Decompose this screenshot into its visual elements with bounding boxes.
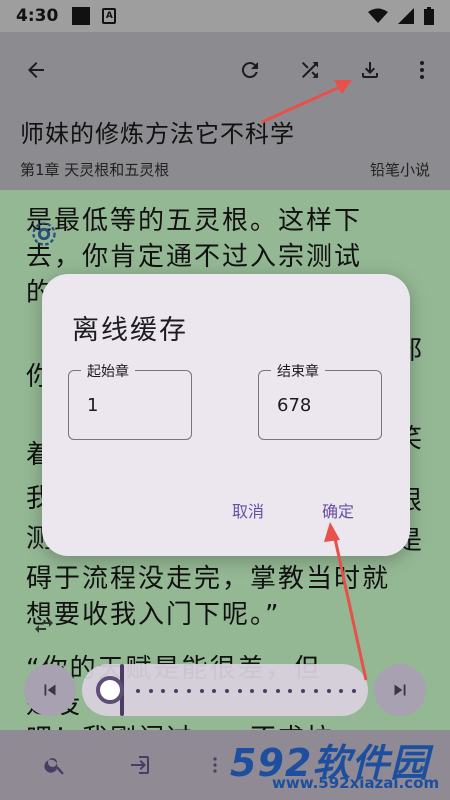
- shuffle-button[interactable]: [294, 54, 326, 86]
- end-chapter-field[interactable]: 结束章 678: [258, 361, 382, 440]
- chapter-title[interactable]: 第1章 天灵根和五灵根: [20, 159, 169, 180]
- watermark-url: www.592xiazai.com: [272, 774, 440, 792]
- battery-icon: [424, 7, 434, 25]
- skip-next-icon: [394, 684, 406, 696]
- download-icon: [362, 62, 378, 78]
- cancel-button[interactable]: 取消: [232, 498, 264, 522]
- dialog-title: 离线缓存: [72, 315, 188, 346]
- next-chapter-button[interactable]: [374, 664, 426, 716]
- top-app-bar: 师妹的修炼方法它不科学 第1章 天灵根和五灵根 铅笔小说: [0, 32, 450, 190]
- start-chapter-field[interactable]: 起始章 1: [68, 361, 192, 440]
- reader-line: 碍于流程没走完，掌教当时就: [26, 564, 391, 594]
- signal-icon: [398, 8, 414, 24]
- search-icon: [44, 758, 64, 775]
- wifi-icon: [368, 8, 388, 23]
- start-chapter-label: 起始章: [81, 361, 135, 381]
- exit-icon: [131, 756, 149, 774]
- settings-gear-icon: [32, 222, 56, 246]
- book-title: 师妹的修炼方法它不科学: [20, 120, 295, 148]
- chapter-slider-ticks: [136, 689, 356, 693]
- shuffle-icon: [302, 62, 318, 78]
- reader-line: 想要收我入门下呢。”: [26, 600, 281, 630]
- start-chapter-value: 1: [87, 395, 99, 416]
- chapter-slider-thumb[interactable]: [96, 676, 124, 704]
- reader-line: 去，你肯定通不过入宗测试: [26, 242, 363, 272]
- previous-chapter-button[interactable]: [24, 664, 76, 716]
- back-button[interactable]: [20, 54, 52, 86]
- refresh-icon: [241, 62, 258, 79]
- source-name[interactable]: 铅笔小说: [370, 159, 430, 180]
- search-button[interactable]: [42, 752, 68, 778]
- end-chapter-value: 678: [277, 395, 312, 416]
- status-time: 4:30: [16, 6, 59, 26]
- confirm-button[interactable]: 确定: [322, 498, 354, 522]
- download-button[interactable]: [354, 54, 386, 86]
- notification-a-icon: A: [102, 8, 117, 24]
- offline-cache-dialog: 离线缓存 起始章 1 结束章 678 取消 确定: [42, 274, 410, 556]
- status-icons: [368, 7, 434, 25]
- refresh-button[interactable]: [234, 54, 266, 86]
- swap-horiz-icon: [35, 619, 53, 633]
- back-arrow-icon: [28, 62, 44, 78]
- skip-previous-icon: [44, 684, 56, 696]
- notification-square-icon: [72, 7, 91, 25]
- status-bar: 4:30 A: [0, 0, 450, 32]
- exit-button[interactable]: [126, 752, 152, 778]
- reader-line: 是最低等的五灵根。这样下: [26, 206, 363, 236]
- more-options-button[interactable]: [406, 54, 438, 86]
- end-chapter-label: 结束章: [271, 361, 325, 381]
- more-vert-icon: [420, 61, 424, 79]
